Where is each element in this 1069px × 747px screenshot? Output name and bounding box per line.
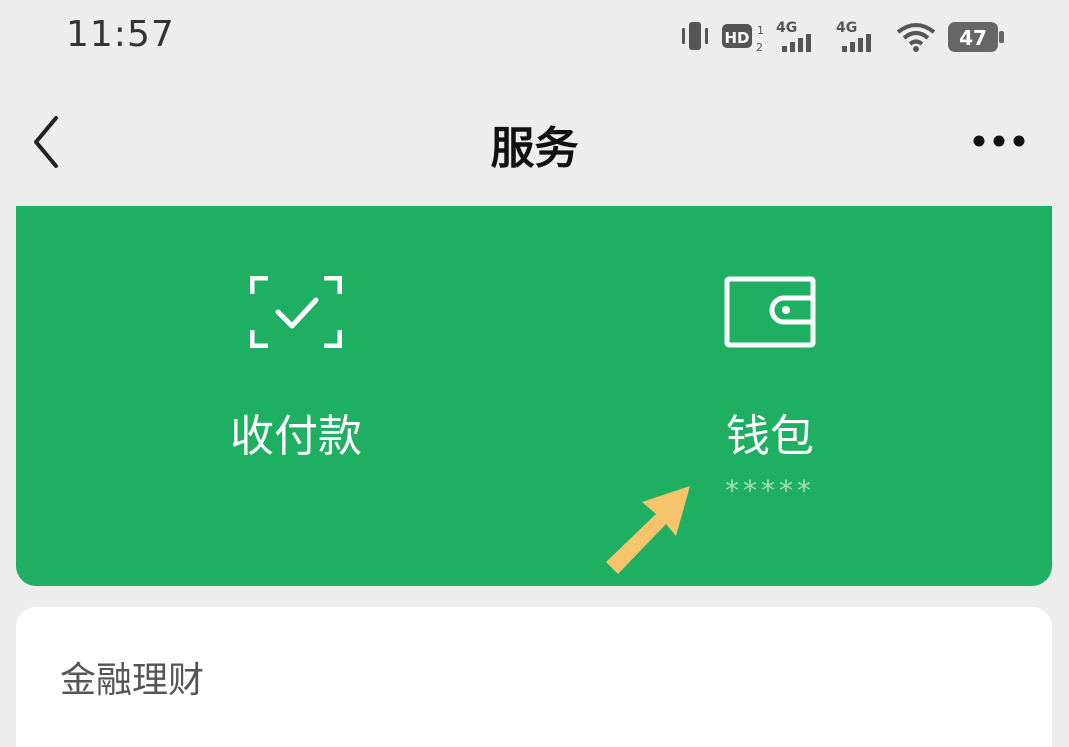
hd-label: HD xyxy=(724,29,749,47)
status-bar: 11:57 HD 1 2 4G 4G 47 xyxy=(0,0,1069,70)
wallet-label: 钱包 xyxy=(726,411,814,462)
vibrate-icon xyxy=(682,22,708,50)
svg-text:2: 2 xyxy=(756,41,763,54)
svg-text:1: 1 xyxy=(757,24,764,37)
page-title: 服务 xyxy=(490,123,579,174)
signal-4g-label: 4G xyxy=(776,20,797,36)
services-card: 收付款 钱包 ***** xyxy=(16,206,1052,586)
finance-section: 金融理财 xyxy=(16,607,1052,747)
signal-4g-label: 4G xyxy=(836,20,857,36)
status-time: 11:57 xyxy=(66,14,175,55)
more-button[interactable] xyxy=(966,126,1036,156)
signal-4g-icon: 4G xyxy=(836,20,871,52)
nav-bar: 服务 xyxy=(0,90,1069,190)
pointer-arrow-icon xyxy=(606,486,690,574)
signal-4g-icon: 4G xyxy=(776,20,811,52)
scan-check-icon xyxy=(250,276,342,348)
wallet-icon xyxy=(724,276,816,348)
wifi-icon xyxy=(896,23,936,52)
battery-level: 47 xyxy=(959,26,987,50)
battery-icon: 47 xyxy=(948,22,1004,52)
pay-receive-button[interactable]: 收付款 xyxy=(146,276,446,536)
finance-section-title: 金融理财 xyxy=(60,660,205,701)
pay-receive-label: 收付款 xyxy=(230,411,362,462)
hd-icon: HD 1 2 xyxy=(722,24,764,54)
more-dots-icon xyxy=(973,135,1025,147)
